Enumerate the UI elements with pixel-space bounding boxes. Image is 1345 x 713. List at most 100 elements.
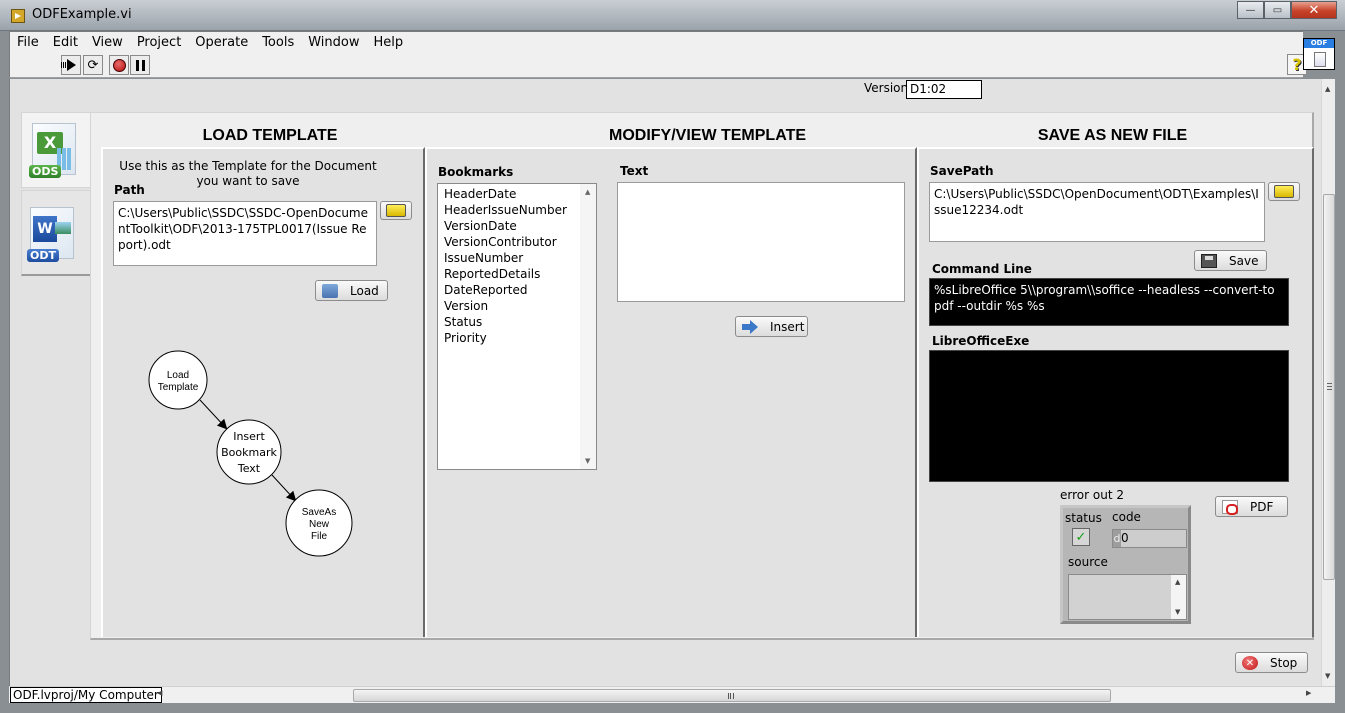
error-source-indicator: ▲ ▼ xyxy=(1068,574,1187,620)
run-continuously-icon: ⟳ xyxy=(87,57,99,73)
version-label: Version xyxy=(864,81,909,95)
bookmark-item[interactable]: ReportedDetails xyxy=(438,266,596,282)
bookmarks-label: Bookmarks xyxy=(438,165,514,179)
scroll-right-icon[interactable]: ▶ xyxy=(1306,689,1311,697)
error-code-value: 0 xyxy=(1121,531,1129,545)
scroll-down-icon[interactable]: ▼ xyxy=(1175,608,1180,616)
close-button[interactable]: ✕ xyxy=(1291,1,1337,19)
bookmark-item[interactable]: Status xyxy=(438,314,596,330)
load-button[interactable]: Load xyxy=(315,280,388,301)
run-continuously-button[interactable]: ⟳ xyxy=(83,55,103,75)
vi-icon[interactable]: ODF xyxy=(1303,38,1335,70)
run-arrow-icon xyxy=(60,59,76,71)
stop-button[interactable]: ✕ Stop xyxy=(1235,652,1308,673)
menu-window[interactable]: Window xyxy=(301,35,366,50)
tab-odt[interactable]: W ODT xyxy=(21,190,93,276)
run-button[interactable] xyxy=(60,55,81,75)
error-source-label: source xyxy=(1068,555,1108,569)
menu-project[interactable]: Project xyxy=(130,35,188,50)
error-code-label: code xyxy=(1112,510,1141,524)
modify-template-title: MODIFY/VIEW TEMPLATE xyxy=(608,127,807,144)
bookmark-item[interactable]: IssueNumber xyxy=(438,250,596,266)
folder-open-icon xyxy=(1274,185,1294,198)
workflow-diagram: Load Template Insert Bookmark Text SaveA… xyxy=(148,350,353,557)
document-icon xyxy=(1314,52,1326,67)
savepath-field[interactable]: C:\Users\Public\SSDC\OpenDocument\ODT\Ex… xyxy=(929,182,1265,242)
pause-button[interactable] xyxy=(130,55,150,75)
template-browse-button[interactable] xyxy=(380,201,412,220)
error-status-label: status xyxy=(1065,511,1102,525)
scroll-down-icon[interactable]: ▼ xyxy=(1325,672,1330,680)
bookmark-item[interactable]: DateReported xyxy=(438,282,596,298)
bookmark-item[interactable]: VersionDate xyxy=(438,218,596,234)
template-path-field[interactable]: C:\Users\Public\SSDC\SSDC-OpenDocumentTo… xyxy=(113,201,377,266)
radix-indicator: d xyxy=(1113,530,1121,547)
flow-arrow-1 xyxy=(199,399,228,430)
minimize-button[interactable]: — xyxy=(1237,1,1264,19)
application-context-label: ODF.lvproj/My Computer xyxy=(10,687,162,703)
error-source-scrollbar[interactable]: ▲ ▼ xyxy=(1171,575,1186,619)
maximize-button[interactable]: ▭ xyxy=(1264,1,1291,19)
scroll-up-icon[interactable]: ▲ xyxy=(585,188,590,196)
insert-button[interactable]: Insert xyxy=(735,316,808,337)
bookmark-text-input[interactable] xyxy=(617,182,905,302)
pause-icon xyxy=(135,59,145,71)
bookmark-item[interactable]: Priority xyxy=(438,330,596,346)
savepath-browse-button[interactable] xyxy=(1268,182,1300,201)
svg-text:Text: Text xyxy=(237,462,261,475)
bookmark-item[interactable]: Version xyxy=(438,298,596,314)
bookmark-item[interactable]: HeaderIssueNumber xyxy=(438,202,596,218)
libreoffice-exe-field[interactable] xyxy=(929,350,1289,482)
libreoffice-exe-label: LibreOfficeExe xyxy=(932,334,1030,348)
text-document-icon: W ODT xyxy=(27,207,74,262)
vertical-scroll-thumb[interactable] xyxy=(1323,194,1335,580)
abort-execution-button[interactable] xyxy=(109,55,129,75)
word-w-icon: W xyxy=(33,216,57,242)
abort-execution-icon xyxy=(112,58,126,72)
svg-text:Load: Load xyxy=(167,370,189,381)
flow-arrow-2 xyxy=(271,474,297,502)
bookmarks-listbox[interactable]: HeaderDate HeaderIssueNumber VersionDate… xyxy=(437,183,597,470)
checkmark-icon: ✓ xyxy=(1075,529,1087,545)
scroll-up-icon[interactable]: ▲ xyxy=(1325,85,1330,93)
bookmark-item[interactable]: VersionContributor xyxy=(438,234,596,250)
svg-text:Bookmark: Bookmark xyxy=(221,446,277,459)
menu-tools[interactable]: Tools xyxy=(255,35,301,50)
menu-operate[interactable]: Operate xyxy=(188,35,255,50)
command-line-field[interactable]: %sLibreOffice 5\\program\\soffice --head… xyxy=(929,278,1289,326)
pdf-button[interactable]: PDF xyxy=(1215,496,1288,517)
stop-button-label: Stop xyxy=(1270,655,1298,670)
labview-vi-icon xyxy=(11,9,25,23)
tab-ods[interactable]: X ODS xyxy=(21,112,93,188)
scroll-down-icon[interactable]: ▼ xyxy=(585,457,590,465)
savepath-label: SavePath xyxy=(930,164,994,178)
menu-edit[interactable]: Edit xyxy=(46,35,85,50)
vertical-scrollbar[interactable]: ▲ ▼ xyxy=(1321,79,1335,686)
load-button-label: Load xyxy=(350,283,379,298)
svg-text:File: File xyxy=(311,531,328,542)
scroll-left-icon[interactable]: ◀ xyxy=(157,689,162,697)
error-status-indicator: ✓ xyxy=(1072,528,1090,546)
flow-node-saveas-new-file: SaveAs New File xyxy=(285,489,353,557)
flow-node-insert-bookmark: Insert Bookmark Text xyxy=(216,419,282,485)
load-template-description: Use this as the Template for the Documen… xyxy=(119,159,377,188)
svg-text:SaveAs: SaveAs xyxy=(302,507,336,518)
svg-text:Insert: Insert xyxy=(233,430,265,443)
menu-help[interactable]: Help xyxy=(366,35,410,50)
scroll-up-icon[interactable]: ▲ xyxy=(1175,578,1180,586)
bookmark-item[interactable]: HeaderDate xyxy=(438,186,596,202)
horizontal-scroll-thumb[interactable] xyxy=(353,689,1111,702)
menu-file[interactable]: File xyxy=(10,35,46,50)
svg-text:New: New xyxy=(309,519,330,530)
save-button[interactable]: Save xyxy=(1194,250,1267,271)
bookmarks-scrollbar[interactable]: ▲ ▼ xyxy=(580,184,596,469)
image-thumbnail-icon xyxy=(55,222,71,234)
folder-icon xyxy=(322,283,338,298)
svg-text:Template: Template xyxy=(158,382,199,393)
folder-open-icon xyxy=(386,204,406,217)
menu-view[interactable]: View xyxy=(85,35,130,50)
tab-odt-badge: ODT xyxy=(27,249,59,262)
command-line-label: Command Line xyxy=(932,262,1032,276)
stop-x-icon: ✕ xyxy=(1242,655,1258,670)
arrow-right-icon xyxy=(742,319,758,334)
